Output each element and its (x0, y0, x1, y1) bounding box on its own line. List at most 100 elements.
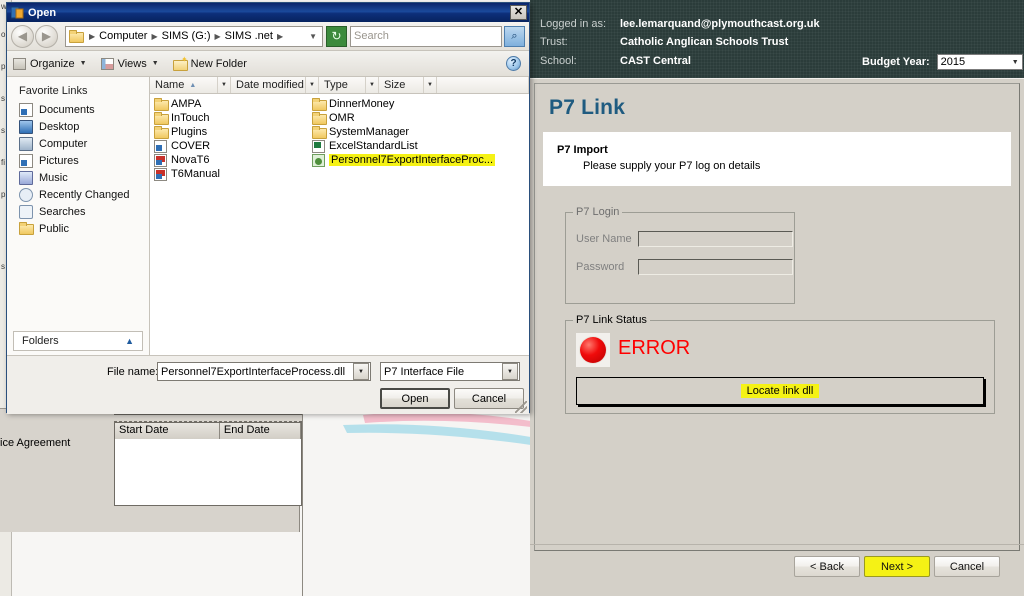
sidebar-item-searches[interactable]: Searches (7, 203, 149, 220)
back-button[interactable]: < Back (794, 556, 860, 577)
locate-link-dll-button[interactable]: Locate link dll (576, 377, 984, 405)
open-button[interactable]: Open (380, 388, 450, 409)
sidebar-item-label: Documents (39, 103, 95, 116)
list-item[interactable]: Plugins (150, 125, 308, 139)
p7-login-legend: P7 Login (573, 206, 623, 218)
breadcrumb-dropdown-icon[interactable]: ▼ (307, 32, 319, 41)
background-grid-header: Start Date End Date (115, 423, 301, 439)
search-input[interactable]: Search (350, 25, 502, 47)
sidebar-item-documents[interactable]: Documents (7, 101, 149, 118)
chevron-down-icon[interactable]: ▼ (502, 363, 518, 380)
forward-navigation-icon[interactable]: ▶ (35, 24, 58, 48)
column-header-name[interactable]: Name ▲ (150, 77, 218, 93)
sidebar-item-computer[interactable]: Computer (7, 135, 149, 152)
folders-toggle[interactable]: Folders ▲ (13, 331, 143, 351)
column-header-filler (437, 77, 529, 93)
column-header-size[interactable]: Size (379, 77, 424, 93)
column-filter-size[interactable]: ▼ (424, 77, 437, 93)
banner-subtitle: Please supply your P7 log on details (583, 160, 761, 172)
recently-changed-icon (19, 187, 33, 202)
p7-link-status-legend: P7 Link Status (573, 314, 650, 326)
refresh-icon[interactable]: ↻ (326, 25, 347, 47)
password-label: Password (576, 261, 625, 273)
breadcrumb-item-sims-net[interactable]: SIMS .net (223, 30, 275, 42)
list-item[interactable]: ExcelStandardList (308, 139, 518, 153)
list-item[interactable]: OMR (308, 111, 518, 125)
sidebar-item-label: Music (39, 171, 68, 184)
file-name: DinnerMoney (329, 98, 395, 110)
p7-link-application: Logged in as: lee.lemarquand@plymouthcas… (530, 0, 1024, 596)
sidebar-item-music[interactable]: Music (7, 169, 149, 186)
search-icon[interactable]: ⌕ (504, 25, 525, 47)
organize-label: Organize (30, 57, 75, 70)
column-header-type[interactable]: Type (319, 77, 366, 93)
cancel-button[interactable]: Cancel (934, 556, 1000, 577)
views-button[interactable]: Views ▼ (100, 57, 159, 70)
open-file-dialog: Open ✕ ◀ ▶ ▶ Computer ▶ SIMS (G:) ▶ SIMS… (6, 2, 530, 414)
sidebar-item-pictures[interactable]: Pictures (7, 152, 149, 169)
list-item[interactable]: COVER (150, 139, 308, 153)
wizard-banner: P7 Import Please supply your P7 log on d… (543, 132, 1011, 186)
column-filter-type[interactable]: ▼ (366, 77, 379, 93)
new-folder-icon (172, 55, 188, 71)
logged-in-row: Logged in as: lee.lemarquand@plymouthcas… (540, 18, 820, 30)
column-header-date-modified[interactable]: Date modified (231, 77, 306, 93)
back-navigation-icon[interactable]: ◀ (11, 24, 34, 48)
locate-link-dll-label: Locate link dll (740, 384, 820, 398)
file-type-select[interactable]: P7 Interface File ▼ (380, 362, 520, 381)
password-row: Password (576, 259, 793, 275)
file-name: COVER (171, 140, 211, 152)
chevron-down-icon[interactable]: ▼ (353, 363, 369, 380)
desktop-icon (19, 119, 33, 134)
chevron-right-icon: ▶ (151, 31, 158, 41)
file-name-value: Personnel7ExportInterfaceProcess.dll (161, 365, 346, 378)
excel-icon (312, 139, 325, 153)
application-icon (10, 6, 24, 19)
favorite-links-pane: Favorite Links Documents Desktop Compute… (7, 77, 150, 355)
organize-button[interactable]: Organize ▼ (13, 57, 87, 70)
list-item[interactable]: AMPA (150, 97, 308, 111)
column-filter-name[interactable]: ▼ (218, 77, 231, 93)
file-column-1: AMPA InTouch Plugins COVER NovaT6 T6Manu… (150, 94, 308, 355)
trust-row: Trust: Catholic Anglican Schools Trust (540, 36, 788, 48)
dialog-main-area: Favorite Links Documents Desktop Compute… (7, 77, 529, 355)
sidebar-item-desktop[interactable]: Desktop (7, 118, 149, 135)
sidebar-item-public[interactable]: Public (7, 220, 149, 237)
list-item[interactable]: NovaT6 (150, 153, 308, 167)
dialog-navigation-bar: ◀ ▶ ▶ Computer ▶ SIMS (G:) ▶ SIMS .net ▶… (7, 22, 529, 51)
column-filter-date[interactable]: ▼ (306, 77, 319, 93)
sidebar-item-recently-changed[interactable]: Recently Changed (7, 186, 149, 203)
banner-title: P7 Import (557, 144, 608, 156)
list-item[interactable]: SystemManager (308, 125, 518, 139)
resize-grip[interactable] (515, 401, 527, 413)
help-icon[interactable]: ? (506, 56, 521, 71)
logged-in-value: lee.lemarquand@plymouthcast.org.uk (620, 18, 820, 30)
background-form-label: ice Agreement (0, 437, 71, 449)
sidebar-item-label: Pictures (39, 154, 79, 167)
breadcrumb-item-sims-g[interactable]: SIMS (G:) (160, 30, 213, 42)
searches-icon (19, 204, 33, 219)
list-item[interactable]: DinnerMoney (308, 97, 518, 111)
new-folder-button[interactable]: New Folder (172, 55, 247, 71)
cancel-button[interactable]: Cancel (454, 388, 524, 409)
username-input[interactable] (638, 231, 793, 247)
budget-year-select[interactable]: 2015 ▼ (936, 54, 1023, 70)
search-placeholder: Search (354, 30, 389, 42)
password-input[interactable] (638, 259, 793, 275)
breadcrumb-item-computer[interactable]: Computer (97, 30, 149, 42)
next-button[interactable]: Next > (864, 556, 930, 577)
file-name: T6Manual (171, 168, 220, 180)
list-item-selected[interactable]: Personnel7ExportInterfaceProc... (308, 153, 518, 167)
list-item[interactable]: InTouch (150, 111, 308, 125)
close-icon[interactable]: ✕ (510, 5, 527, 20)
file-list-header: Name ▲ ▼ Date modified ▼ Type ▼ Size ▼ (150, 77, 529, 94)
file-name-input[interactable]: Personnel7ExportInterfaceProcess.dll ▼ (157, 362, 371, 381)
breadcrumb[interactable]: ▶ Computer ▶ SIMS (G:) ▶ SIMS .net ▶ ▼ (65, 25, 323, 47)
background-right-panel (302, 410, 530, 596)
sidebar-item-label: Public (39, 222, 69, 235)
list-item[interactable]: T6Manual (150, 167, 308, 181)
file-list-pane: Name ▲ ▼ Date modified ▼ Type ▼ Size ▼ A… (150, 77, 529, 355)
status-badge: ERROR (618, 337, 691, 359)
p7-login-group: P7 Login User Name Password (565, 206, 795, 304)
background-grid-col-end-date: End Date (219, 423, 301, 439)
